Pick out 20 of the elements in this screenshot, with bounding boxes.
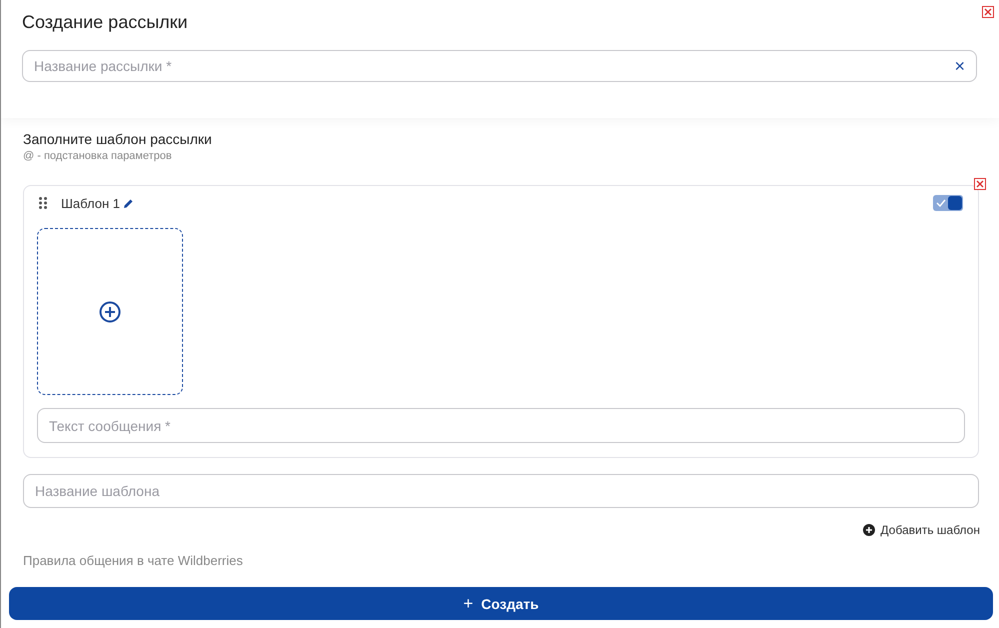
close-icon[interactable] bbox=[974, 178, 986, 190]
create-button[interactable]: + Создать bbox=[9, 587, 993, 620]
template-name-field[interactable]: Название шаблона bbox=[23, 474, 979, 508]
drag-handle-icon[interactable] bbox=[39, 197, 47, 209]
rules-link[interactable]: Правила общения в чате Wildberries bbox=[23, 553, 243, 568]
add-icon bbox=[99, 300, 121, 322]
mailing-name-field[interactable]: Название рассылки * × bbox=[22, 50, 977, 82]
template-name: Шаблон 1 bbox=[61, 196, 120, 210]
toggle-switch[interactable] bbox=[933, 195, 963, 211]
message-field[interactable]: Текст сообщения * bbox=[37, 408, 965, 443]
check-icon bbox=[936, 199, 946, 207]
clear-button[interactable]: × bbox=[954, 57, 965, 75]
section-hint: @ - подстановка параметров bbox=[23, 150, 173, 162]
image-upload-area[interactable] bbox=[37, 228, 183, 395]
close-icon[interactable] bbox=[982, 6, 994, 18]
section-title: Заполните шаблон рассылки bbox=[23, 131, 213, 147]
dialog-title: Создание рассылки bbox=[22, 12, 189, 33]
plus-circle-icon bbox=[862, 524, 875, 536]
pencil-icon[interactable] bbox=[123, 198, 134, 208]
add-template-button[interactable]: Добавить шаблон bbox=[862, 523, 980, 537]
